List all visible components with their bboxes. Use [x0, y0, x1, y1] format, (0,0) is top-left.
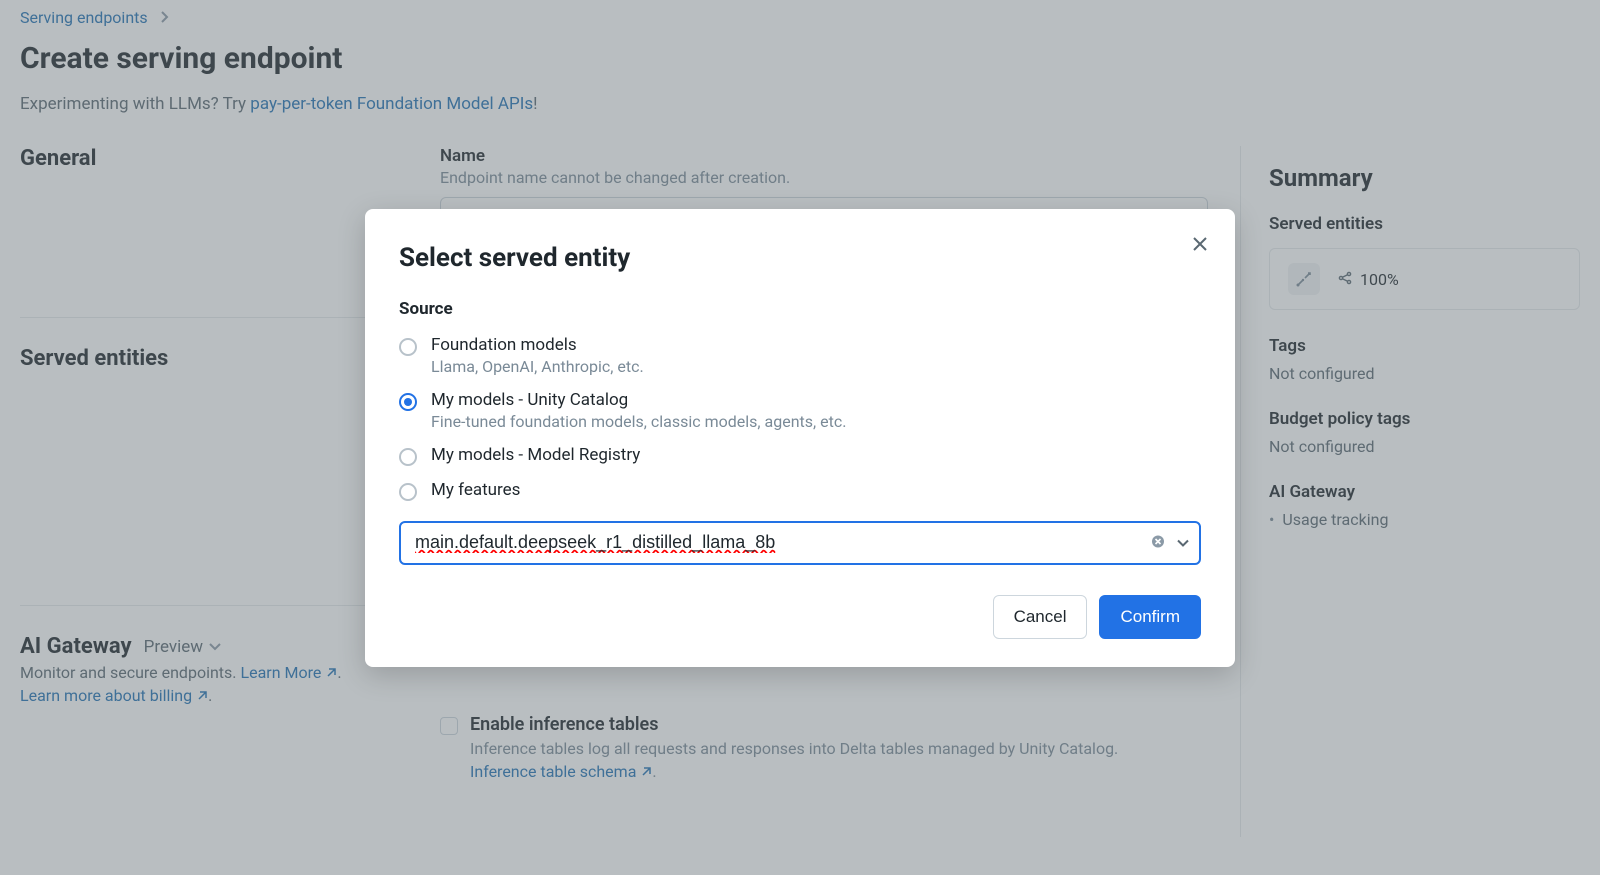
- chevron-down-icon[interactable]: [1177, 533, 1189, 552]
- radio-title: My features: [431, 480, 520, 500]
- source-radio-group: Foundation models Llama, OpenAI, Anthrop…: [399, 335, 1201, 501]
- entity-combobox: [399, 521, 1201, 565]
- close-icon[interactable]: [1191, 235, 1209, 257]
- radio-my-features[interactable]: My features: [399, 480, 1201, 501]
- radio-sub: Llama, OpenAI, Anthropic, etc.: [431, 357, 644, 376]
- radio-icon: [399, 338, 417, 356]
- radio-title: My models - Model Registry: [431, 445, 640, 465]
- radio-foundation-models[interactable]: Foundation models Llama, OpenAI, Anthrop…: [399, 335, 1201, 376]
- clear-icon[interactable]: [1151, 533, 1165, 552]
- page-root: Serving endpoints Create serving endpoin…: [0, 0, 1600, 875]
- modal-actions: Cancel Confirm: [399, 595, 1201, 639]
- modal-overlay[interactable]: Select served entity Source Foundation m…: [0, 0, 1600, 875]
- confirm-button[interactable]: Confirm: [1099, 595, 1201, 639]
- entity-input[interactable]: [399, 521, 1201, 565]
- radio-icon: [399, 393, 417, 411]
- cancel-button[interactable]: Cancel: [993, 595, 1088, 639]
- radio-icon: [399, 483, 417, 501]
- radio-sub: Fine-tuned foundation models, classic mo…: [431, 412, 846, 431]
- radio-title: Foundation models: [431, 335, 644, 355]
- modal-title: Select served entity: [399, 243, 1201, 273]
- radio-model-registry[interactable]: My models - Model Registry: [399, 445, 1201, 466]
- radio-unity-catalog[interactable]: My models - Unity Catalog Fine-tuned fou…: [399, 390, 1201, 431]
- radio-title: My models - Unity Catalog: [431, 390, 846, 410]
- radio-icon: [399, 448, 417, 466]
- select-served-entity-modal: Select served entity Source Foundation m…: [365, 209, 1235, 667]
- source-label: Source: [399, 299, 1201, 319]
